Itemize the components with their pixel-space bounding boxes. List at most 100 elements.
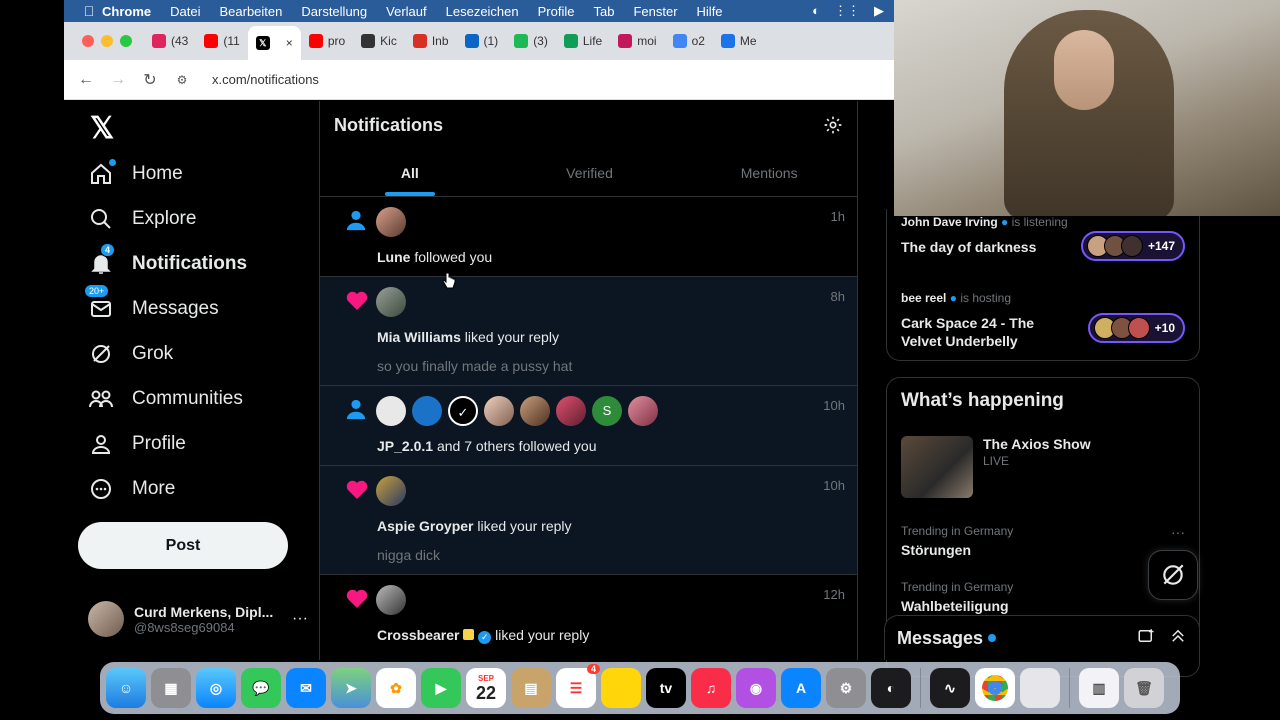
nav-grok[interactable]: Grok (88, 341, 173, 367)
launchpad-icon[interactable]: ▦ (151, 668, 191, 708)
menu-item[interactable]: Profile (538, 4, 575, 19)
nav-communities[interactable]: Communities (88, 386, 243, 412)
browser-tab[interactable]: Me (713, 27, 765, 55)
podcasts-icon[interactable]: ◉ (736, 668, 776, 708)
reminders-icon[interactable]: ☰ 4 (556, 664, 600, 708)
close-tab-icon[interactable]: × (286, 36, 293, 50)
calendar-icon[interactable]: SEP 22 (466, 668, 506, 708)
user-name[interactable]: JP_2.0.1 (377, 438, 433, 454)
menu-item[interactable]: Darstellung (301, 4, 367, 19)
space-host-name[interactable]: John Dave Irving (901, 215, 998, 229)
facetime-icon[interactable]: ▶ (421, 668, 461, 708)
minimize-window-button[interactable] (101, 35, 113, 47)
more-icon[interactable]: ··· (1171, 524, 1185, 540)
finder-icon[interactable]: ☺ (106, 668, 146, 708)
space-listeners-pill[interactable]: +10 (1087, 313, 1185, 343)
avatar[interactable] (376, 207, 406, 237)
browser-tab[interactable]: (3) (506, 27, 556, 55)
x-logo-icon[interactable]: 𝕏 (90, 111, 114, 146)
close-window-button[interactable] (82, 35, 94, 47)
browser-tab[interactable]: o2 (665, 27, 713, 55)
menu-item[interactable]: Fenster (633, 4, 677, 19)
app-store-icon[interactable]: A (781, 668, 821, 708)
user-name[interactable]: Crossbearer (377, 627, 460, 643)
messages-app-icon[interactable]: 💬 (241, 668, 281, 708)
space-title[interactable]: The day of darkness (901, 238, 1071, 256)
nav-profile[interactable]: Profile (88, 431, 186, 457)
settings-gear-icon[interactable] (823, 115, 843, 140)
maps-icon[interactable]: ➤ (331, 668, 371, 708)
mail-app-icon[interactable]: ✉ (286, 668, 326, 708)
notes-icon[interactable] (601, 668, 641, 708)
tab-verified[interactable]: Verified (500, 151, 680, 196)
menu-item[interactable]: Tab (593, 4, 614, 19)
avatar[interactable] (412, 396, 442, 426)
browser-tab[interactable]: 𝕏 × (247, 26, 301, 60)
avatar[interactable] (556, 396, 586, 426)
show-title[interactable]: The Axios Show (983, 436, 1091, 452)
menu-item[interactable]: Datei (170, 4, 200, 19)
avatar[interactable]: ✓ (448, 396, 478, 426)
more-icon[interactable]: ··· (292, 610, 308, 628)
browser-tab[interactable]: (11 (196, 27, 247, 55)
avatar[interactable]: S (592, 396, 622, 426)
music-icon[interactable]: ♫ (691, 668, 731, 708)
tab-mentions[interactable]: Mentions (679, 151, 857, 196)
grid-icon[interactable]: ⋮⋮ (834, 3, 860, 19)
space-host-name[interactable]: bee reel (901, 291, 946, 305)
activity-monitor-icon[interactable]: ∿ (930, 668, 970, 708)
avatar[interactable] (376, 476, 406, 506)
url-field[interactable]: x.com/notifications (212, 72, 319, 87)
browser-tab[interactable]: (43 (144, 27, 196, 55)
apple-menu-icon[interactable]:  (76, 3, 102, 19)
notification-item[interactable]: 1h Lune followed you (320, 197, 857, 277)
preview-icon[interactable] (1020, 668, 1060, 708)
site-settings-icon[interactable]: ⚙ (166, 73, 198, 87)
system-settings-icon[interactable]: ⚙ (826, 668, 866, 708)
trash-icon[interactable]: 🗑 (1124, 668, 1164, 708)
notification-item[interactable]: ✓ S 10h JP_2.0.1 and 7 others followed y… (320, 386, 857, 466)
user-name[interactable]: Lune (377, 249, 410, 265)
nav-explore[interactable]: Explore (88, 206, 196, 232)
downloads-icon[interactable]: ▥ (1079, 668, 1119, 708)
photos-icon[interactable]: ✿ (376, 668, 416, 708)
menu-item[interactable]: Lesezeichen (446, 4, 519, 19)
trend-name[interactable]: Störungen (901, 542, 971, 558)
account-switcher[interactable]: Curd Merkens, Dipl... @8ws8seg69084 ··· (88, 601, 308, 637)
space-listeners-pill[interactable]: +147 (1080, 231, 1185, 261)
menu-item[interactable]: Hilfe (697, 4, 723, 19)
user-name[interactable]: Aspie Groyper (377, 518, 473, 534)
play-icon[interactable]: ▶ (874, 3, 884, 19)
avatar[interactable] (628, 396, 658, 426)
control-center-icon[interactable]: ◐ (812, 3, 820, 19)
apple-tv-icon[interactable]: tv (646, 668, 686, 708)
screen-recorder-icon[interactable]: ◐ (871, 668, 911, 708)
nav-home[interactable]: Home (88, 159, 183, 187)
menu-app-name[interactable]: Chrome (102, 4, 151, 19)
nav-notifications[interactable]: 4 Notifications (88, 243, 247, 277)
back-arrow-icon[interactable]: ← (70, 71, 102, 89)
show-thumbnail[interactable] (901, 436, 973, 498)
expand-chevron-icon[interactable] (1169, 627, 1187, 650)
safari-icon[interactable]: ◎ (196, 668, 236, 708)
forward-arrow-icon[interactable]: → (102, 71, 134, 89)
reload-icon[interactable]: ↻ (134, 70, 166, 90)
user-name[interactable]: Mia Williams (377, 329, 461, 345)
menu-item[interactable]: Bearbeiten (219, 4, 282, 19)
notification-item[interactable]: 12h Crossbearer ✓ liked your reply (320, 575, 857, 660)
browser-tab[interactable]: pro (301, 27, 353, 55)
avatar[interactable] (484, 396, 514, 426)
avatar[interactable] (376, 396, 406, 426)
avatar[interactable] (376, 585, 406, 615)
notes-folder-icon[interactable]: ▤ (511, 668, 551, 708)
notification-item[interactable]: 10h Aspie Groyper liked your reply nigga… (320, 466, 857, 575)
browser-tab[interactable]: Inb (405, 27, 457, 55)
menu-item[interactable]: Verlauf (386, 4, 426, 19)
chrome-icon[interactable] (975, 668, 1015, 708)
tab-all[interactable]: All (320, 151, 500, 196)
zoom-window-button[interactable] (120, 35, 132, 47)
nav-more[interactable]: More (88, 476, 175, 502)
trend-name[interactable]: Wahlbeteiligung (901, 598, 1009, 614)
new-message-icon[interactable] (1137, 627, 1155, 650)
browser-tab[interactable]: Life (556, 27, 610, 55)
